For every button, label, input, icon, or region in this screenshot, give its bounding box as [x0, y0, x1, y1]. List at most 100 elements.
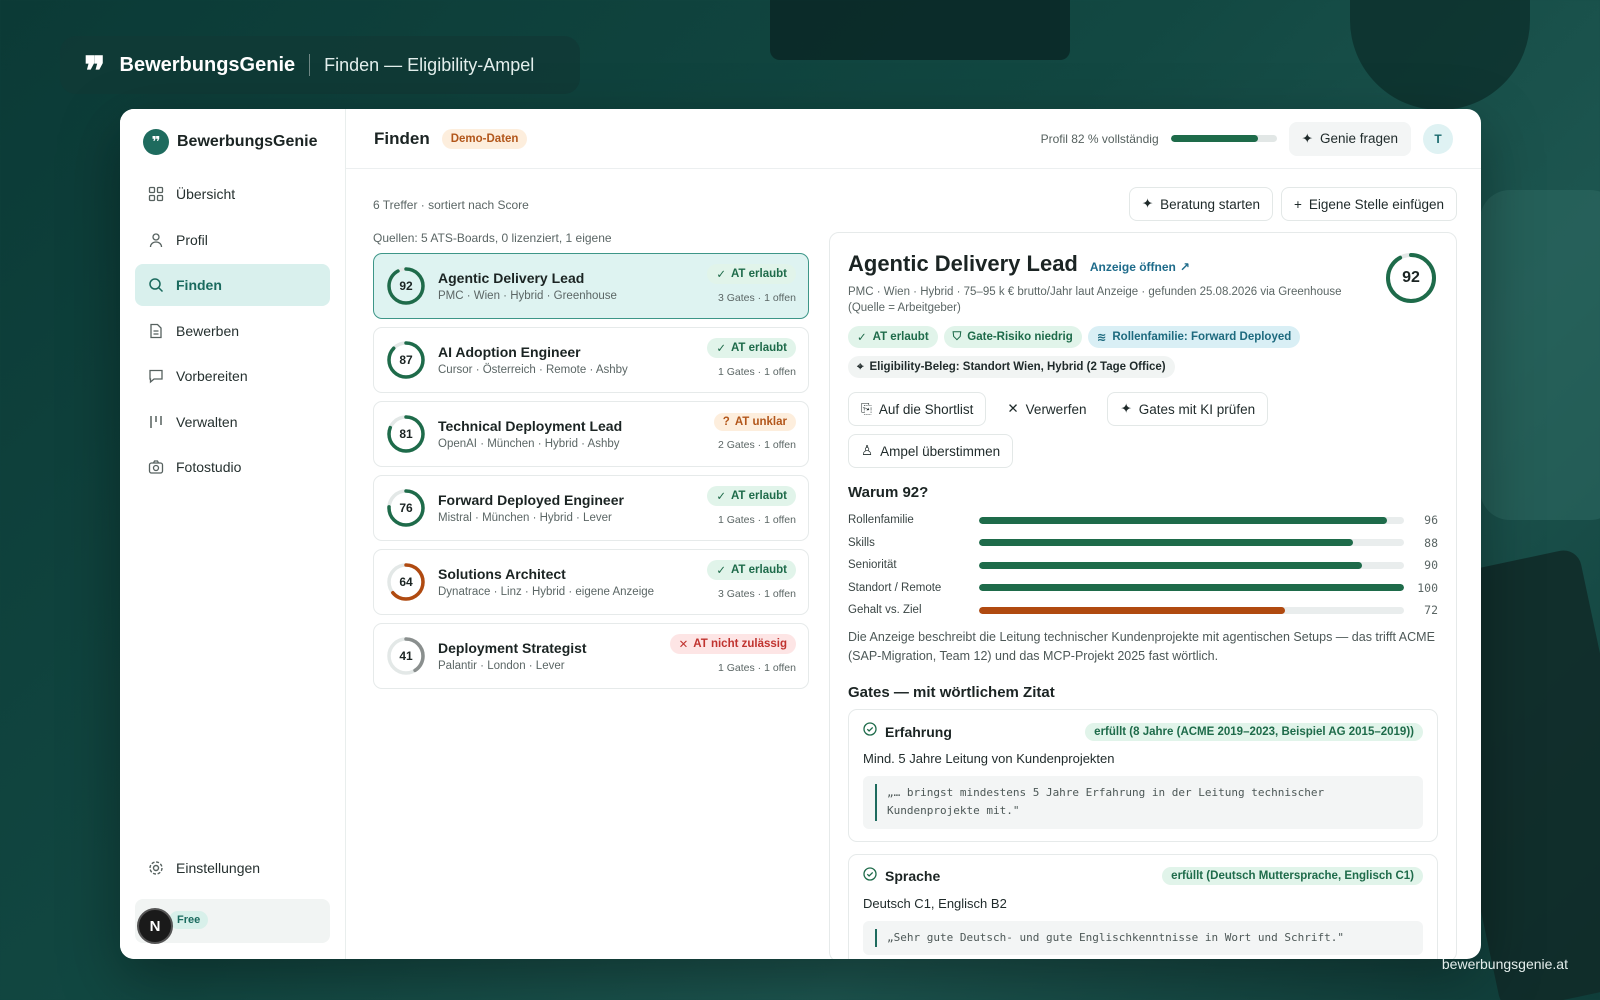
detail-toolbar: ✦ Beratung starten + Eigene Stelle einfü… [1128, 187, 1457, 221]
score-breakdown-value: 100 [1417, 580, 1438, 595]
score-breakdown-fill [979, 606, 1285, 614]
footer-url: bewerbungsgenie.at [1441, 956, 1568, 972]
score-breakdown-label: Rollenfamilie [848, 514, 914, 527]
external-link-icon: ↗ [1179, 260, 1190, 274]
chip-label: AT erlaubt [872, 331, 929, 344]
score-ring: 76 [386, 488, 426, 528]
sidebar-item-bewerben[interactable]: Bewerben [135, 310, 330, 352]
score-breakdown-track [979, 561, 1404, 569]
app-window: ❞ BewerbungsGenie Übersicht Profil Finden B… [120, 109, 1481, 959]
sparkle-icon: ✦ [1301, 130, 1313, 146]
detail-title-row: Agentic Delivery Lead Anzeige öffnen ↗ [848, 251, 1438, 277]
sidebar-logo[interactable]: ❞ BewerbungsGenie [135, 127, 330, 157]
score-breakdown-label: Standort / Remote [848, 581, 942, 594]
start-consult-button[interactable]: ✦ Beratung starten [1128, 187, 1273, 221]
grid-icon [148, 186, 164, 202]
question-circle-icon: ? [722, 416, 730, 428]
at-status-badge: ? AT unklar [713, 413, 796, 431]
sidebar-item-profil[interactable]: Profil [135, 219, 330, 261]
x-circle-icon: ✕ [678, 639, 689, 651]
job-card[interactable]: 87 AI Adoption Engineer Cursor · Österreic… [373, 327, 809, 393]
quote-bar [875, 784, 877, 821]
sidebar-item-finden[interactable]: Finden [135, 264, 330, 306]
detail-meta: PMC · Wien · Hybrid · 75–95 k € brutto/J… [848, 286, 1342, 314]
main-area: Finden Demo-Daten Profil 82 % vollständi… [346, 109, 1481, 959]
job-status: ✓ AT erlaubt 1 Gates · 1 offen [707, 486, 796, 526]
job-status: ✓ AT erlaubt 1 Gates · 1 offen [707, 338, 796, 378]
score-breakdown-track [979, 606, 1404, 614]
score-value: 87 [399, 353, 413, 367]
layers-icon: ≋ [1096, 332, 1107, 345]
override-light-button[interactable]: ♙ Ampel überstimmen [848, 434, 1014, 469]
job-card[interactable]: 76 Forward Deployed Engineer Mistral · Mün… [373, 475, 809, 541]
ai-gate-check-label: Gates mit KI prüfen [1138, 401, 1256, 417]
plan-box[interactable]: Free N [135, 899, 330, 944]
score-breakdown: Rollenfamilie 96 Skills 88 Seniorität 90 Stand… [848, 509, 1438, 622]
score-breakdown-track [979, 584, 1404, 592]
score-breakdown-row: Seniorität 90 [848, 554, 1438, 577]
at-allowed-chip: ✓ AT erlaubt [848, 326, 938, 349]
gate-status-badge: erfüllt (8 Jahre (ACME 2019–2023, Beispi… [1085, 722, 1423, 741]
score-ring: 64 [386, 562, 426, 602]
sidebar-item-label: Verwalten [176, 413, 238, 430]
eligibility-evidence-chip: ⌖ Eligibility-Beleg: Standort Wien, Hybri… [848, 356, 1175, 379]
job-detail-panel: Agentic Delivery Lead Anzeige öffnen ↗ P… [829, 232, 1457, 959]
at-status-badge: ✓ AT erlaubt [707, 486, 796, 506]
search-icon [148, 277, 164, 293]
score-breakdown-value: 96 [1424, 513, 1438, 528]
discard-button[interactable]: ✕ Verwerfen [994, 392, 1099, 426]
sidebar-bottom: Einstellungen Free N [135, 847, 330, 944]
score-value: 76 [399, 501, 413, 515]
background-mouse [1350, 0, 1530, 110]
sidebar-item-übersicht[interactable]: Übersicht [135, 173, 330, 215]
job-status: ✕ AT nicht zulässig 1 Gates · 1 offen [669, 634, 796, 674]
gate-header: Sprache erfüllt (Deutsch Muttersprache, E… [863, 866, 1423, 886]
sidebar-item-vorbereiten[interactable]: Vorbereiten [135, 355, 330, 397]
quote-logo-icon: ❞ [84, 48, 106, 95]
score-breakdown-track [979, 539, 1404, 547]
sidebar-nav: Übersicht Profil Finden Bewerben Vorbereiten… [135, 173, 330, 488]
gate-name: Sprache [885, 868, 941, 885]
demo-data-badge: Demo-Daten [441, 128, 528, 149]
sparkle-icon: ✦ [1120, 401, 1132, 417]
gates-count: 1 Gates · 1 offen [717, 662, 796, 674]
chat-icon [148, 368, 164, 384]
open-posting-link[interactable]: Anzeige öffnen ↗ [1090, 260, 1190, 274]
avatar[interactable]: T [1423, 123, 1453, 154]
background-notebook [770, 0, 1070, 60]
score-breakdown-track [979, 516, 1404, 524]
score-ring: 92 [386, 266, 426, 306]
sidebar-item-verwalten[interactable]: Verwalten [135, 401, 330, 443]
shortlist-button[interactable]: ⎘ Auf die Shortlist [848, 392, 987, 427]
add-own-job-button[interactable]: + Eigene Stelle einfügen [1281, 187, 1457, 221]
discard-label: Verwerfen [1025, 401, 1087, 417]
job-card[interactable]: 92 Agentic Delivery Lead PMC · Wien · Hybr… [373, 253, 809, 319]
job-card[interactable]: 41 Deployment Strategist Palantir · London… [373, 623, 809, 689]
gates-count: 3 Gates · 1 offen [717, 588, 796, 600]
dev-indicator-icon[interactable]: N [137, 908, 173, 944]
ai-gate-check-button[interactable]: ✦ Gates mit KI prüfen [1107, 392, 1269, 427]
at-status-label: AT erlaubt [730, 490, 787, 502]
check-circle-icon: ✓ [857, 332, 867, 345]
score-value: 81 [399, 427, 413, 441]
score-rationale: Die Anzeige beschreibt die Leitung techn… [848, 629, 1435, 663]
sidebar-item-settings[interactable]: Einstellungen [135, 847, 330, 889]
ask-genie-button[interactable]: ✦ Genie fragen [1288, 121, 1411, 156]
job-card[interactable]: 64 Solutions Architect Dynatrace · Linz · … [373, 549, 809, 615]
sidebar-item-label: Übersicht [176, 186, 236, 202]
at-status-badge: ✓ AT erlaubt [707, 560, 796, 580]
detail-title: Agentic Delivery Lead [848, 251, 1078, 276]
score-ring: 41 [386, 636, 426, 676]
open-posting-label: Anzeige öffnen [1089, 260, 1176, 274]
job-card[interactable]: 81 Technical Deployment Lead OpenAI · Münc… [373, 401, 809, 467]
gates-count: 1 Gates · 1 offen [717, 514, 796, 526]
at-status-label: AT erlaubt [730, 342, 787, 354]
check-circle-icon: ✓ [716, 343, 726, 355]
score-breakdown-value: 88 [1424, 535, 1438, 550]
job-list-column: 6 Treffer · sortiert nach Score Quellen:… [373, 187, 809, 959]
chip-label: Rollenfamilie: Forward Deployed [1112, 331, 1292, 344]
map-pin-icon: ⌖ [857, 360, 864, 373]
job-status: ? AT unklar 2 Gates · 1 offen [713, 412, 796, 451]
sparkle-icon: ✦ [1141, 196, 1154, 211]
sidebar-item-fotostudio[interactable]: Fotostudio [135, 446, 330, 488]
